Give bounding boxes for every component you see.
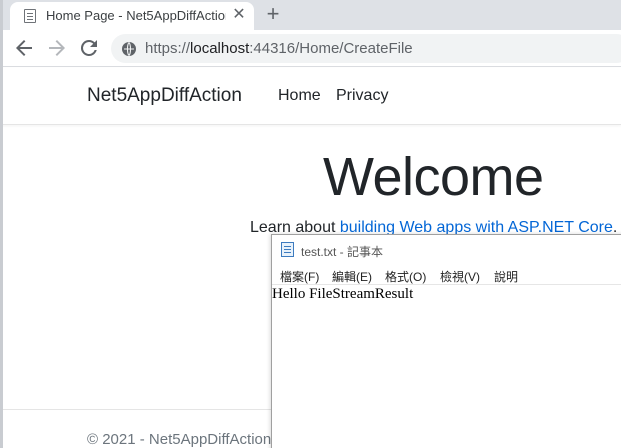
- plus-icon[interactable]: +: [261, 3, 285, 27]
- site-navbar: Net5AppDiffAction Home Privacy: [0, 68, 621, 125]
- url-text: https://localhost:44316/Home/CreateFile: [145, 40, 413, 57]
- notepad-title-bar[interactable]: test.txt - 記事本: [272, 235, 621, 265]
- notepad-title: test.txt - 記事本: [301, 245, 384, 259]
- menu-file[interactable]: 檔案(F): [280, 268, 319, 285]
- url-host: localhost: [190, 40, 250, 57]
- nav-link-home[interactable]: Home: [278, 87, 321, 105]
- back-arrow-icon[interactable]: [12, 36, 36, 60]
- site-info-icon[interactable]: [121, 41, 137, 57]
- window-edge: [0, 0, 3, 448]
- notepad-window[interactable]: test.txt - 記事本 檔案(F) 編輯(E) 格式(O) 檢視(V) 說…: [271, 234, 621, 448]
- welcome-heading: Welcome: [323, 147, 544, 207]
- forward-arrow-icon[interactable]: [45, 36, 69, 60]
- url-scheme: https://: [145, 40, 191, 57]
- reload-icon[interactable]: [77, 36, 101, 60]
- page-icon: [24, 9, 36, 23]
- navbar-brand[interactable]: Net5AppDiffAction: [87, 85, 242, 107]
- menu-help[interactable]: 說明: [494, 268, 518, 285]
- browser-tab[interactable]: Home Page - Net5AppDiffAction ✕: [10, 2, 254, 30]
- notepad-text-area[interactable]: Hello FileStreamResult: [272, 286, 413, 303]
- notepad-menu-bar: 檔案(F) 編輯(E) 格式(O) 檢視(V) 說明: [272, 265, 621, 285]
- menu-edit[interactable]: 編輯(E): [332, 268, 372, 285]
- tab-title: Home Page - Net5AppDiffAction: [46, 8, 226, 23]
- nav-link-privacy[interactable]: Privacy: [336, 87, 388, 105]
- footer-copyright: © 2021 - Net5AppDiffAction: [87, 431, 272, 448]
- browser-tab-strip: Home Page - Net5AppDiffAction ✕ +: [0, 0, 621, 30]
- menu-format[interactable]: 格式(O): [385, 268, 426, 285]
- notepad-icon: [281, 242, 294, 257]
- browser-toolbar: https://localhost:44316/Home/CreateFile: [0, 30, 621, 67]
- close-icon[interactable]: ✕: [230, 6, 248, 24]
- address-bar[interactable]: https://localhost:44316/Home/CreateFile: [111, 34, 621, 63]
- menu-view[interactable]: 檢視(V): [440, 268, 480, 285]
- url-path: :44316/Home/CreateFile: [249, 40, 413, 57]
